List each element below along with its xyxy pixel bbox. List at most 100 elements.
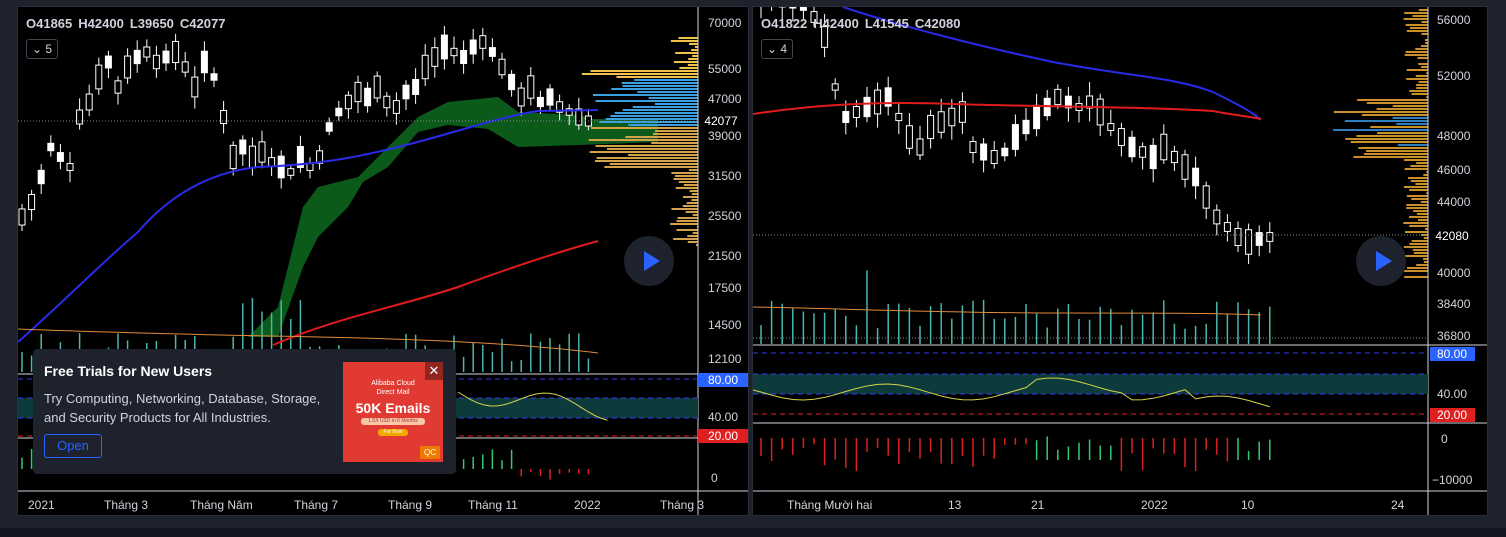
candle	[1107, 123, 1115, 131]
play-button[interactable]	[624, 236, 674, 286]
time-axis-label: Tháng 9	[388, 498, 432, 512]
time-axis-label: Tháng 3	[104, 498, 148, 512]
indicators-toggle-button[interactable]: ⌄ 4	[761, 39, 793, 59]
ad-image-brand: Alibaba Cloud	[371, 380, 415, 387]
price-axis-label: 21500	[708, 249, 742, 263]
candle	[1022, 119, 1030, 135]
candle	[181, 61, 189, 73]
price-axis-label: 55000	[708, 62, 742, 76]
volume-profile-bar	[691, 193, 698, 195]
candle	[229, 144, 237, 170]
candle	[354, 81, 362, 103]
candle	[1096, 98, 1104, 126]
volume-profile-bar	[1409, 243, 1428, 245]
indicators-toggle-button[interactable]: ⌄ 5	[26, 39, 58, 59]
volume-profile-bar	[1361, 114, 1428, 116]
bottom-bar	[0, 528, 1506, 537]
volume-profile-bar	[595, 145, 698, 147]
volume-profile-bar	[1366, 102, 1428, 104]
volume-profile-bar	[1411, 240, 1428, 242]
volume-profile-bar	[670, 223, 698, 225]
close-icon[interactable]: ✕	[425, 362, 443, 380]
candle	[133, 49, 141, 65]
play-button[interactable]	[1356, 236, 1406, 286]
volume-profile-bar	[1403, 159, 1428, 161]
candle	[56, 152, 64, 162]
indicator-count: 4	[780, 42, 788, 56]
volume-profile-bar	[686, 202, 698, 204]
candle	[1181, 154, 1189, 180]
price-axis-label: 17500	[708, 281, 742, 295]
ad-open-button[interactable]: Open	[44, 434, 102, 458]
time-axis-label: 2022	[1141, 498, 1168, 512]
candle	[1128, 136, 1136, 158]
volume-profile-bar	[691, 199, 698, 201]
volume-profile-bar	[605, 118, 698, 120]
candle	[1266, 232, 1274, 242]
close-value: C42080	[914, 16, 961, 31]
candle	[527, 75, 535, 99]
volume-profile-bar	[678, 37, 698, 39]
candle	[1149, 144, 1157, 170]
candle	[421, 54, 429, 80]
volume-profile-bar	[683, 184, 698, 186]
candle	[383, 95, 391, 109]
volume-profile-bar	[1409, 216, 1428, 218]
volume-profile-bar	[670, 40, 698, 42]
volume-profile-bar	[1413, 252, 1428, 254]
price-axis-label: 40000	[1437, 266, 1471, 280]
volume-profile-bar	[625, 136, 698, 138]
volume-profile-bar	[687, 241, 698, 243]
candle	[789, 7, 797, 9]
high-value: H42400	[78, 16, 124, 31]
volume-profile-bar	[1406, 204, 1428, 206]
candle	[1170, 150, 1178, 164]
volume-profile-bar	[1416, 162, 1428, 164]
macd-axis-zero: 0	[1441, 432, 1448, 446]
ad-image-headline: 50K Emails	[355, 400, 431, 416]
candle	[799, 7, 807, 11]
volume-profile-bar	[688, 58, 698, 60]
macd-axis-label: 0	[711, 471, 718, 485]
price-axis-label: 48000	[1437, 129, 1471, 143]
time-axis-label: 10	[1241, 498, 1255, 512]
price-axis-label: 44000	[1437, 195, 1471, 209]
candle	[1054, 88, 1062, 106]
volume-profile-bar	[1415, 183, 1428, 185]
ma-slow-line	[753, 102, 1262, 120]
volume-profile-bar	[1412, 15, 1428, 17]
close-value: C42077	[179, 16, 226, 31]
price-axis-label: 52000	[1437, 69, 1471, 83]
volume-profile-bar	[687, 235, 698, 237]
ad-popup: Free Trials for New Users Try Computing,…	[33, 349, 456, 474]
volume-profile-bar	[637, 91, 698, 93]
volume-profile-bar	[1416, 87, 1428, 89]
low-value: L41545	[864, 16, 909, 31]
volume-profile-bar	[1417, 219, 1428, 221]
time-axis-label: Tháng Mười hai	[787, 498, 872, 512]
ad-title: Free Trials for New Users	[44, 363, 213, 379]
volume-profile-bar	[673, 238, 698, 240]
candle	[498, 58, 506, 76]
volume-profile-bar	[673, 61, 698, 63]
volume-profile-bar	[654, 103, 698, 105]
osc-mid-label: 40.00	[708, 410, 738, 424]
candle	[1117, 128, 1125, 146]
volume-profile-bar	[1423, 258, 1428, 260]
volume-profile-bar	[1333, 111, 1428, 113]
candle	[412, 79, 420, 95]
volume-profile-bar	[1420, 45, 1428, 47]
chart-panel-right[interactable]: 56000 52000 48000 46000 44000 40000 38400 36800…	[752, 6, 1488, 516]
volume-profile-bar	[688, 169, 698, 171]
volume-profile-bar	[1392, 105, 1428, 107]
candle	[469, 39, 477, 55]
volume-profile-bar	[1423, 237, 1428, 239]
indicator-count: 5	[45, 42, 53, 56]
volume-profile-bar	[595, 100, 698, 102]
high-value: H42400	[813, 16, 859, 31]
candle	[76, 109, 84, 125]
candle	[1160, 133, 1168, 161]
candle	[874, 89, 882, 115]
candle	[990, 150, 998, 164]
volume-profile-bar	[607, 148, 698, 150]
